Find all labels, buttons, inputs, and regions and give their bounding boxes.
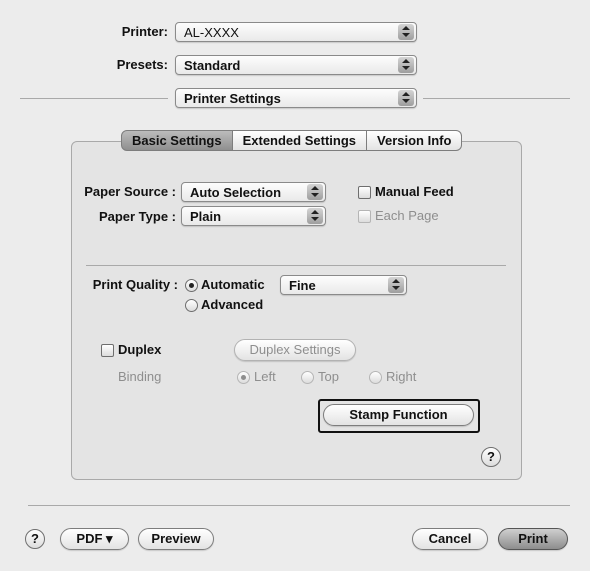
printer-select[interactable]: AL-XXXX bbox=[175, 22, 417, 42]
binding-label: Binding bbox=[118, 369, 162, 384]
each-page-checkbox[interactable] bbox=[358, 210, 371, 223]
paper-type-select[interactable]: Plain bbox=[181, 206, 326, 226]
quality-level-select[interactable]: Fine bbox=[280, 275, 407, 295]
tab-extended-settings[interactable]: Extended Settings bbox=[232, 130, 368, 151]
separator-line bbox=[86, 265, 506, 266]
manual-feed-label: Manual Feed bbox=[375, 184, 454, 199]
binding-right-radio[interactable] bbox=[369, 371, 382, 384]
manual-feed-checkbox[interactable] bbox=[358, 186, 371, 199]
popup-arrows-icon bbox=[398, 57, 414, 73]
quality-advanced-radio[interactable] bbox=[185, 299, 198, 312]
presets-label: Presets: bbox=[116, 57, 168, 72]
cancel-button[interactable]: Cancel bbox=[412, 528, 488, 550]
quality-automatic-radio[interactable] bbox=[185, 279, 198, 292]
paper-source-label: Paper Source : bbox=[84, 184, 176, 199]
separator-line bbox=[423, 98, 570, 99]
help-icon[interactable]: ? bbox=[25, 529, 45, 549]
printer-select-value: AL-XXXX bbox=[184, 25, 239, 40]
printer-label: Printer: bbox=[121, 24, 168, 39]
duplex-settings-button[interactable]: Duplex Settings bbox=[234, 339, 356, 361]
panel-help-icon[interactable]: ? bbox=[481, 447, 501, 467]
binding-left-radio[interactable] bbox=[237, 371, 250, 384]
tab-version-info[interactable]: Version Info bbox=[367, 130, 463, 151]
binding-left-label: Left bbox=[254, 369, 276, 384]
tab-bar: Basic Settings Extended Settings Version… bbox=[121, 130, 463, 151]
print-quality-label: Print Quality : bbox=[92, 277, 178, 292]
tab-basic-settings[interactable]: Basic Settings bbox=[121, 130, 233, 151]
binding-top-radio[interactable] bbox=[301, 371, 314, 384]
stamp-function-button[interactable]: Stamp Function bbox=[323, 404, 474, 426]
separator-line bbox=[28, 505, 570, 506]
quality-level-value: Fine bbox=[289, 278, 316, 293]
duplex-label: Duplex bbox=[118, 342, 162, 357]
paper-source-select[interactable]: Auto Selection bbox=[181, 182, 326, 202]
quality-advanced-label: Advanced bbox=[201, 297, 264, 312]
print-button[interactable]: Print bbox=[498, 528, 568, 550]
popup-arrows-icon bbox=[307, 184, 323, 200]
duplex-checkbox[interactable] bbox=[101, 344, 114, 357]
each-page-label: Each Page bbox=[375, 208, 439, 223]
separator-line bbox=[20, 98, 168, 99]
preview-button[interactable]: Preview bbox=[138, 528, 214, 550]
panel-select-value: Printer Settings bbox=[184, 91, 281, 106]
presets-select[interactable]: Standard bbox=[175, 55, 417, 75]
paper-source-value: Auto Selection bbox=[190, 185, 282, 200]
binding-right-label: Right bbox=[386, 369, 417, 384]
panel-select[interactable]: Printer Settings bbox=[175, 88, 417, 108]
paper-type-value: Plain bbox=[190, 209, 222, 224]
presets-select-value: Standard bbox=[184, 58, 241, 73]
pdf-menu-button[interactable]: PDF ▾ bbox=[60, 528, 129, 550]
popup-arrows-icon bbox=[398, 90, 414, 106]
paper-type-label: Paper Type : bbox=[98, 209, 176, 224]
popup-arrows-icon bbox=[398, 24, 414, 40]
popup-arrows-icon bbox=[307, 208, 323, 224]
binding-top-label: Top bbox=[318, 369, 339, 384]
popup-arrows-icon bbox=[388, 277, 404, 293]
quality-automatic-label: Automatic bbox=[201, 277, 265, 292]
